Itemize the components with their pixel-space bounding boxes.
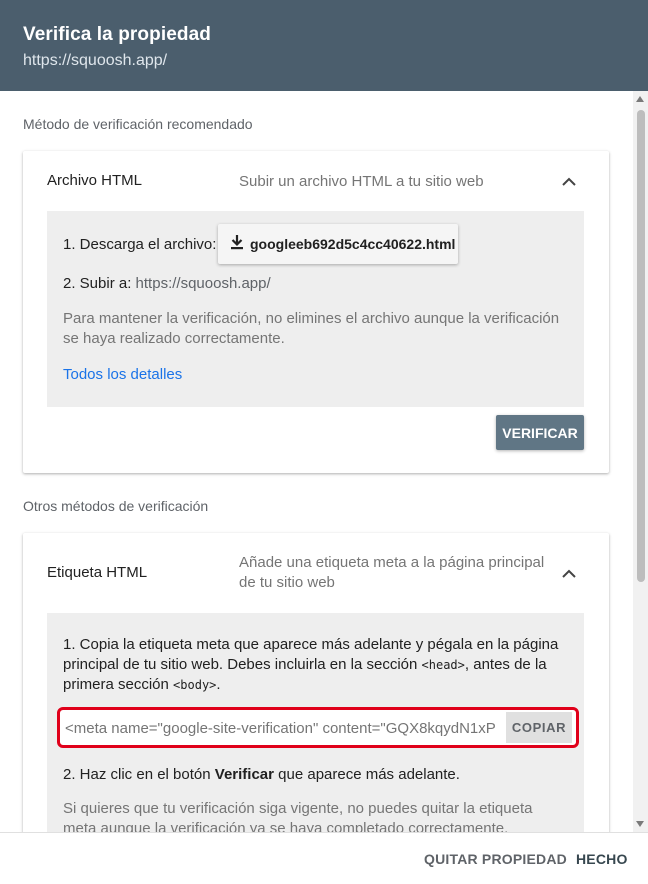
meta-tag-value[interactable]: <meta name="google-site-verification" co… (65, 720, 495, 737)
upload-step-label: 2. Subir a: (63, 275, 132, 292)
html-tag-card-title: Etiqueta HTML (47, 564, 148, 581)
done-button[interactable]: HECHO (576, 851, 628, 867)
html-file-card-title: Archivo HTML (47, 172, 143, 189)
meta-tag-step-1: 1. Copia la etiqueta meta que aparece má… (63, 635, 568, 695)
html-file-card-header[interactable]: Archivo HTML Subir un archivo HTML a tu … (23, 151, 609, 211)
step2-bold: Verificar (214, 766, 274, 783)
scrollbar[interactable] (633, 91, 648, 832)
dialog-title: Verifica la propiedad (23, 24, 211, 45)
html-file-instructions: 1. Descarga el archivo: googleeb692d5c4c… (47, 211, 584, 407)
dialog-header: Verifica la propiedad https://squoosh.ap… (0, 0, 648, 91)
chevron-up-icon[interactable] (559, 171, 579, 191)
step2-text-a: 2. Haz clic en el botón (63, 766, 215, 783)
meta-tag-step-2: 2. Haz clic en el botón Verificar que ap… (63, 765, 568, 785)
html-file-note: Para mantener la verificación, no elimin… (63, 310, 560, 347)
download-icon (230, 234, 244, 255)
scroll-down-arrow-icon[interactable] (636, 821, 644, 827)
html-tag-card-description: Añade una etiqueta meta a la página prin… (239, 554, 545, 591)
step1-text-c: . (216, 676, 221, 693)
html-tag-card: Etiqueta HTML Añade una etiqueta meta a … (23, 533, 609, 832)
upload-step: 2. Subir a: https://squoosh.app/ (63, 275, 271, 292)
dialog-footer: QUITAR PROPIEDAD HECHO (0, 832, 648, 884)
html-file-card: Archivo HTML Subir un archivo HTML a tu … (23, 151, 609, 473)
other-methods-label: Otros métodos de verificación (23, 498, 209, 514)
verify-button[interactable]: VERIFICAR (496, 415, 584, 450)
recommended-method-label: Método de verificación recomendado (23, 116, 253, 132)
html-tag-card-header[interactable]: Etiqueta HTML Añade una etiqueta meta a … (23, 533, 609, 613)
property-url: https://squoosh.app/ (23, 52, 168, 69)
step2-text-b: que aparece más adelante. (273, 766, 460, 783)
scroll-up-arrow-icon[interactable] (636, 96, 644, 102)
download-file-button[interactable]: googleeb692d5c4cc40622.html (218, 224, 458, 264)
download-filename: googleeb692d5c4cc40622.html (250, 236, 456, 252)
download-step-label: 1. Descarga el archivo: (63, 236, 217, 253)
all-details-link[interactable]: Todos los detalles (63, 366, 182, 383)
dialog-body[interactable]: Método de verificación recomendado Archi… (0, 91, 648, 832)
html-file-card-description: Subir un archivo HTML a tu sitio web (239, 173, 484, 190)
meta-tag-field[interactable]: <meta name="google-site-verification" co… (57, 707, 579, 748)
html-tag-instructions: 1. Copia la etiqueta meta que aparece má… (47, 613, 584, 832)
head-code: <head> (421, 658, 465, 672)
scroll-thumb[interactable] (637, 110, 645, 582)
remove-property-button[interactable]: QUITAR PROPIEDAD (424, 851, 567, 867)
copy-button[interactable]: COPIAR (506, 712, 572, 743)
chevron-up-icon[interactable] (559, 563, 579, 583)
body-code: <body> (173, 678, 217, 692)
upload-step-url: https://squoosh.app/ (135, 275, 271, 292)
meta-tag-note: Si quieres que tu verificación siga vige… (63, 800, 533, 832)
